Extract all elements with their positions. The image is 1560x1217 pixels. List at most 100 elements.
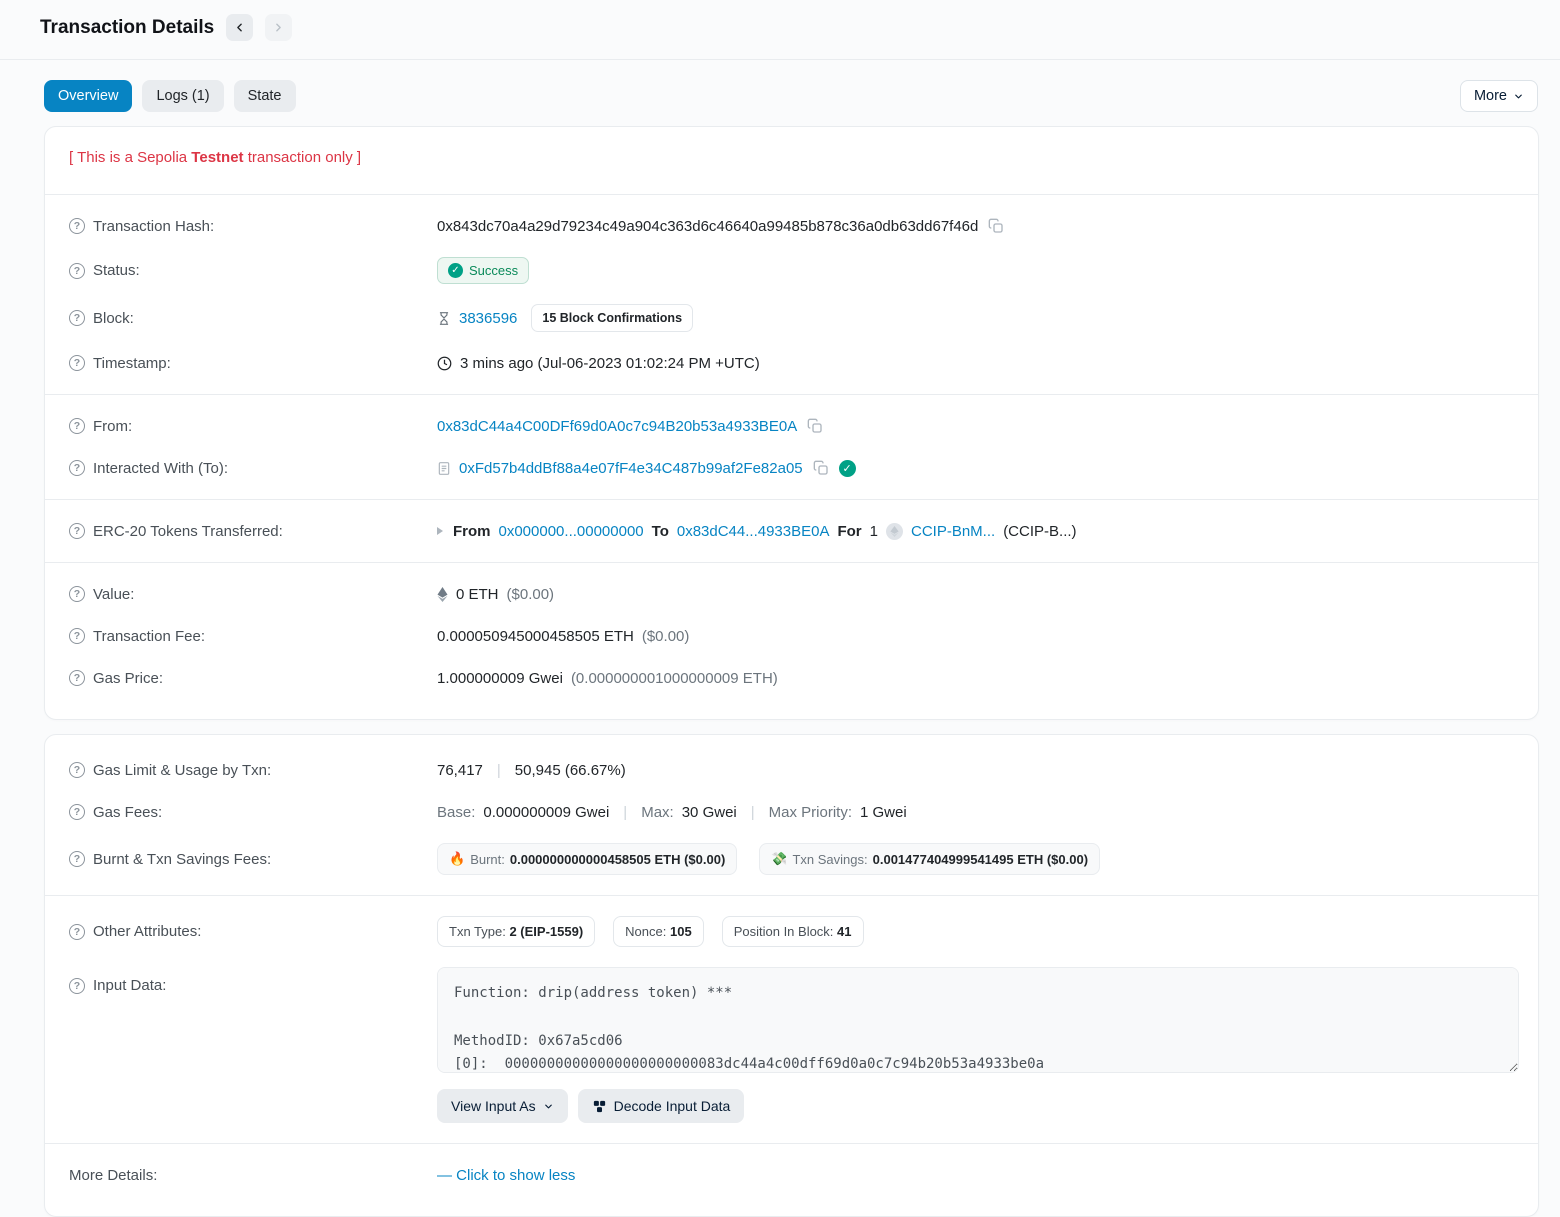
from-label: From: (93, 418, 132, 435)
timestamp-value: 3 mins ago (Jul-06-2023 01:02:24 PM +UTC… (460, 355, 760, 372)
separator: | (617, 804, 633, 821)
page-title: Transaction Details (40, 17, 214, 39)
help-icon[interactable]: ? (69, 804, 85, 820)
help-icon[interactable]: ? (69, 218, 85, 234)
copy-icon (813, 460, 829, 476)
transaction-fee-label: Transaction Fee: (93, 628, 205, 645)
gas-price-row: ? Gas Price: 1.000000009 Gwei (0.0000000… (69, 657, 1514, 699)
help-icon[interactable]: ? (69, 586, 85, 602)
transfer-from-label: From (453, 523, 491, 540)
nonce-badge: Nonce: 105 (613, 916, 704, 947)
contract-icon (437, 461, 451, 476)
gas-limit-value: 76,417 (437, 762, 483, 779)
input-data-label: Input Data: (93, 977, 166, 994)
status-row: ? Status: ✓ Success (69, 247, 1514, 294)
token-name-link[interactable]: CCIP-BnM... (911, 523, 995, 540)
help-icon[interactable]: ? (69, 628, 85, 644)
divider (45, 895, 1538, 896)
separator: | (491, 762, 507, 779)
chevron-down-icon (1513, 91, 1524, 102)
position-in-block-badge: Position In Block: 41 (722, 916, 864, 947)
previous-transaction-button[interactable] (226, 14, 253, 41)
status-badge: ✓ Success (437, 257, 529, 284)
decode-blocks-icon (592, 1099, 607, 1114)
copy-icon (988, 218, 1004, 234)
fire-icon: 🔥 (449, 851, 465, 867)
details-card: ? Gas Limit & Usage by Txn: 76,417 | 50,… (44, 734, 1539, 1217)
transaction-fee-usd: ($0.00) (642, 628, 690, 645)
divider (45, 1143, 1538, 1144)
interacted-with-row: ? Interacted With (To): 0xFd57b4ddBf88a4… (69, 447, 1514, 489)
transaction-fee-amount: 0.000050945000458505 ETH (437, 628, 634, 645)
other-attributes-label: Other Attributes: (93, 923, 201, 940)
burnt-value: 0.000000000000458505 ETH ($0.00) (510, 852, 725, 867)
help-icon[interactable]: ? (69, 523, 85, 539)
timestamp-row: ? Timestamp: 3 mins ago (Jul-06-2023 01:… (69, 342, 1514, 384)
txn-type-badge: Txn Type: 2 (EIP-1559) (437, 916, 595, 947)
help-icon[interactable]: ? (69, 978, 85, 994)
help-icon[interactable]: ? (69, 418, 85, 434)
help-icon[interactable]: ? (69, 355, 85, 371)
token-symbol: (CCIP-B...) (1003, 523, 1076, 540)
transaction-fee-row: ? Transaction Fee: 0.000050945000458505 … (69, 615, 1514, 657)
tabs-row: Overview Logs (1) State More (0, 60, 1560, 126)
tab-state[interactable]: State (234, 80, 296, 112)
copy-icon (807, 418, 823, 434)
max-priority-value: 1 Gwei (860, 804, 907, 821)
block-label: Block: (93, 310, 134, 327)
help-icon[interactable]: ? (69, 762, 85, 778)
transfer-for-label: For (837, 523, 861, 540)
block-confirmations-badge: 15 Block Confirmations (531, 304, 693, 332)
from-row: ? From: 0x83dC44a4C00DFf69d0A0c7c94B20b5… (69, 405, 1514, 447)
gas-price-label: Gas Price: (93, 670, 163, 687)
erc20-transfers-label: ERC-20 Tokens Transferred: (93, 523, 283, 540)
testnet-notice: [ This is a Sepolia Testnet transaction … (69, 147, 1514, 184)
help-icon[interactable]: ? (69, 851, 85, 867)
status-value: Success (469, 263, 518, 278)
next-transaction-button[interactable] (265, 14, 292, 41)
help-icon[interactable]: ? (69, 924, 85, 940)
chevron-down-icon (543, 1101, 554, 1112)
separator: | (745, 804, 761, 821)
more-dropdown-button[interactable]: More (1460, 80, 1538, 112)
chevron-right-icon (272, 21, 285, 34)
transfer-from-address-link[interactable]: 0x000000...00000000 (499, 523, 644, 540)
token-icon (886, 523, 903, 540)
input-data-row: ? Input Data: Function: drip(address tok… (69, 957, 1514, 1133)
txn-savings-value: 0.001477404999541495 ETH ($0.00) (873, 852, 1088, 867)
txn-savings-label: Txn Savings: (792, 852, 867, 867)
input-data-textarea[interactable]: Function: drip(address token) *** Method… (437, 967, 1519, 1073)
transfer-to-label: To (652, 523, 669, 540)
transaction-hash-label: Transaction Hash: (93, 218, 214, 235)
block-number-link[interactable]: 3836596 (459, 310, 517, 327)
view-input-as-button[interactable]: View Input As (437, 1089, 568, 1123)
copy-transaction-hash-button[interactable] (986, 216, 1006, 236)
transfer-to-address-link[interactable]: 0x83dC44...4933BE0A (677, 523, 830, 540)
show-less-link[interactable]: — Click to show less (437, 1167, 575, 1184)
transfer-amount: 1 (870, 523, 878, 540)
help-icon[interactable]: ? (69, 263, 85, 279)
status-label: Status: (93, 262, 140, 279)
more-details-label: More Details: (69, 1167, 157, 1184)
chevron-left-icon (233, 21, 246, 34)
help-icon[interactable]: ? (69, 460, 85, 476)
tab-overview[interactable]: Overview (44, 80, 132, 112)
interacted-with-address-link[interactable]: 0xFd57b4ddBf88a4e07fF4e34C487b99af2Fe82a… (459, 460, 803, 477)
decode-input-data-button[interactable]: Decode Input Data (578, 1089, 745, 1123)
tab-logs[interactable]: Logs (1) (142, 80, 223, 112)
transaction-details-page: Transaction Details Overview Logs (1) St… (0, 0, 1560, 1217)
overview-card: [ This is a Sepolia Testnet transaction … (44, 126, 1539, 720)
value-label: Value: (93, 586, 134, 603)
other-attributes-row: ? Other Attributes: Txn Type: 2 (EIP-155… (69, 906, 1514, 957)
testnet-notice-bold: Testnet (191, 149, 243, 166)
transaction-hash-row: ? Transaction Hash: 0x843dc70a4a29d79234… (69, 205, 1514, 247)
help-icon[interactable]: ? (69, 310, 85, 326)
value-amount: 0 ETH (456, 586, 499, 603)
help-icon[interactable]: ? (69, 670, 85, 686)
interacted-with-label: Interacted With (To): (93, 460, 228, 477)
copy-from-address-button[interactable] (805, 416, 825, 436)
from-address-link[interactable]: 0x83dC44a4C00DFf69d0A0c7c94B20b53a4933BE… (437, 418, 797, 435)
check-icon: ✓ (448, 263, 463, 278)
copy-to-address-button[interactable] (811, 458, 831, 478)
tabs: Overview Logs (1) State (44, 80, 296, 112)
